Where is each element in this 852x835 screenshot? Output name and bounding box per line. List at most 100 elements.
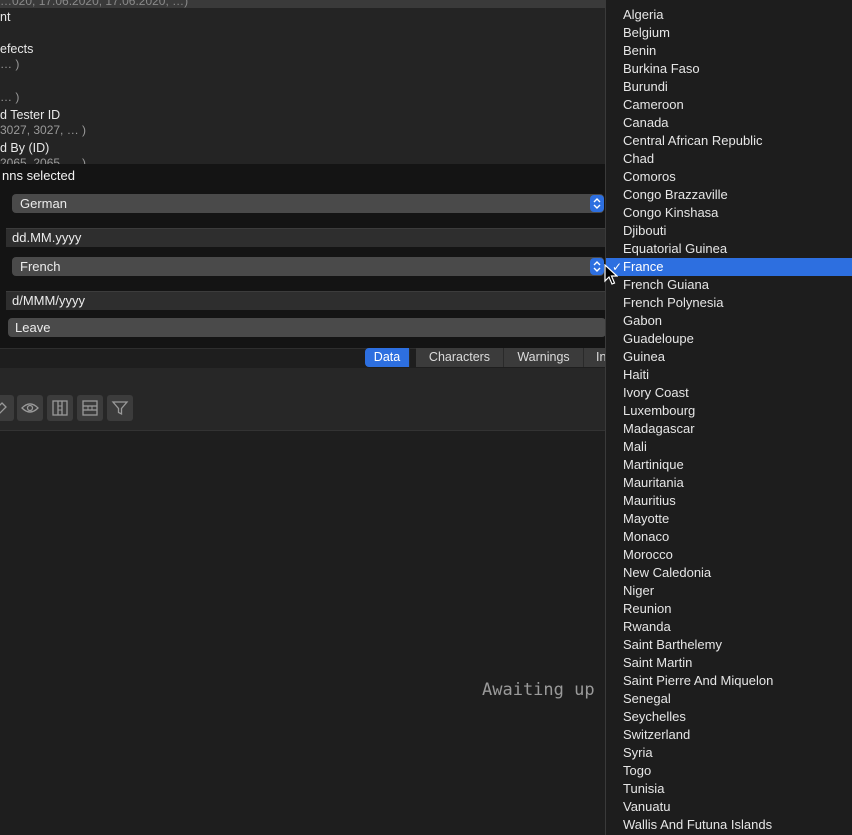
menu-item-mauritania[interactable]: Mauritania [606,474,852,492]
menu-item-madagascar[interactable]: Madagascar [606,420,852,438]
menu-item-label: Algeria [623,7,664,22]
menu-item-burundi[interactable]: Burundi [606,78,852,96]
menu-item-tunisia[interactable]: Tunisia [606,780,852,798]
menu-item-switzerland[interactable]: Switzerland [606,726,852,744]
menu-item-haiti[interactable]: Haiti [606,366,852,384]
menu-item-french-guiana[interactable]: French Guiana [606,276,852,294]
menu-item-label: Burundi [623,79,668,94]
menu-item-label: Central African Republic [623,133,763,148]
action-popup[interactable]: Leave [8,318,606,337]
menu-item-label: Reunion [623,601,672,616]
rows-icon[interactable] [77,395,103,421]
target-date-format-field[interactable]: d/MMM/yyyy [6,291,606,310]
source-date-format-field[interactable]: dd.MM.yyyy [6,228,606,247]
menu-item-monaco[interactable]: Monaco [606,528,852,546]
menu-item-label: Mayotte [623,511,670,526]
menu-item-label: Congo Kinshasa [623,205,719,220]
menu-item-label: Rwanda [623,619,671,634]
menu-item-senegal[interactable]: Senegal [606,690,852,708]
menu-item-label: Saint Pierre And Miquelon [623,673,774,688]
menu-item-mayotte[interactable]: Mayotte [606,510,852,528]
tab-info[interactable]: In [584,348,606,367]
menu-item-label: Saint Barthelemy [623,637,722,652]
menu-item-france[interactable]: ✓ France [606,258,852,276]
menu-item-djibouti[interactable]: Djibouti [606,222,852,240]
menu-item-cameroon[interactable]: Cameroon [606,96,852,114]
column-sample: … ) [0,57,20,71]
menu-item-martinique[interactable]: Martinique [606,456,852,474]
pencil-icon[interactable] [0,395,14,421]
top-sample-text: …020, 17.06.2020, 17.06.2020, …) [0,0,189,8]
menu-item-label: Mauritania [623,475,684,490]
menu-item-mali[interactable]: Mali [606,438,852,456]
menu-item-canada[interactable]: Canada [606,114,852,132]
menu-item-label: France [623,259,664,274]
menu-item-chad[interactable]: Chad [606,150,852,168]
menu-item-reunion[interactable]: Reunion [606,600,852,618]
column-name[interactable]: efects [0,42,33,56]
menu-item-saint-martin[interactable]: Saint Martin [606,654,852,672]
menu-item-benin[interactable]: Benin [606,42,852,60]
menu-item-togo[interactable]: Togo [606,762,852,780]
action-value: Leave [15,320,51,335]
menu-item-label: Equatorial Guinea [623,241,728,256]
menu-item-guadeloupe[interactable]: Guadeloupe [606,330,852,348]
tab-characters[interactable]: Characters [416,348,504,367]
menu-item-label: Madagascar [623,421,695,436]
menu-item-saint-pierre-and-miquelon[interactable]: Saint Pierre And Miquelon [606,672,852,690]
menu-item-label: Senegal [623,691,671,706]
menu-item-french-polynesia[interactable]: French Polynesia [606,294,852,312]
menu-item-vanuatu[interactable]: Vanuatu [606,798,852,816]
menu-item-label: Mali [623,439,647,454]
menu-item-congo-brazzaville[interactable]: Congo Brazzaville [606,186,852,204]
menu-item-saint-barthelemy[interactable]: Saint Barthelemy [606,636,852,654]
menu-item-label: Luxembourg [623,403,696,418]
menu-item-new-caledonia[interactable]: New Caledonia [606,564,852,582]
menu-item-seychelles[interactable]: Seychelles [606,708,852,726]
menu-item-burkina-faso[interactable]: Burkina Faso [606,60,852,78]
menu-item-label: Chad [623,151,655,166]
menu-item-label: Canada [623,115,669,130]
menu-item-ivory-coast[interactable]: Ivory Coast [606,384,852,402]
menu-item-comoros[interactable]: Comoros [606,168,852,186]
menu-item-belgium[interactable]: Belgium [606,24,852,42]
menu-item-label: Syria [623,745,653,760]
status-message: Awaiting up [482,680,595,700]
menu-item-label: Gabon [623,313,663,328]
menu-item-label: Wallis And Futuna Islands [623,817,773,832]
menu-item-wallis-and-futuna-islands[interactable]: Wallis And Futuna Islands [606,816,852,834]
menu-item-luxembourg[interactable]: Luxembourg [606,402,852,420]
columns-selected-label: nns selected [2,168,75,183]
menu-item-algeria[interactable]: Algeria [606,6,852,24]
menu-item-central-african-republic[interactable]: Central African Republic [606,132,852,150]
column-sample: 2065, 2065, … ) [0,156,87,164]
tab-warnings[interactable]: Warnings [504,348,584,367]
menu-item-morocco[interactable]: Morocco [606,546,852,564]
source-locale-popup[interactable]: German [12,194,604,213]
preview-header-strip: …020, 17.06.2020, 17.06.2020, …) [0,0,606,8]
menu-item-congo-kinshasa[interactable]: Congo Kinshasa [606,204,852,222]
menu-item-mauritius[interactable]: Mauritius [606,492,852,510]
menu-item-gabon[interactable]: Gabon [606,312,852,330]
menu-item-label: Morocco [623,547,673,562]
menu-item-rwanda[interactable]: Rwanda [606,618,852,636]
eye-icon[interactable] [17,395,43,421]
column-name[interactable]: nt [0,10,10,24]
menu-item-niger[interactable]: Niger [606,582,852,600]
target-locale-value: French [20,259,61,274]
menu-item-syria[interactable]: Syria [606,744,852,762]
menu-item-label: Mauritius [623,493,676,508]
menu-item-label: Vanuatu [623,799,671,814]
menu-item-label: Niger [623,583,655,598]
column-name[interactable]: d Tester ID [0,108,60,122]
target-locale-popup[interactable]: French [12,257,604,276]
menu-item-guinea[interactable]: Guinea [606,348,852,366]
menu-item-equatorial-guinea[interactable]: Equatorial Guinea [606,240,852,258]
menu-item-label: Tunisia [623,781,665,796]
columns-icon[interactable] [47,395,73,421]
column-preview-panel: …020, 17.06.2020, 17.06.2020, …) nt efec… [0,0,606,164]
menu-item-label: Martinique [623,457,684,472]
tab-data[interactable]: Data [365,348,410,367]
filter-icon[interactable] [107,395,133,421]
column-name[interactable]: d By (ID) [0,141,49,155]
